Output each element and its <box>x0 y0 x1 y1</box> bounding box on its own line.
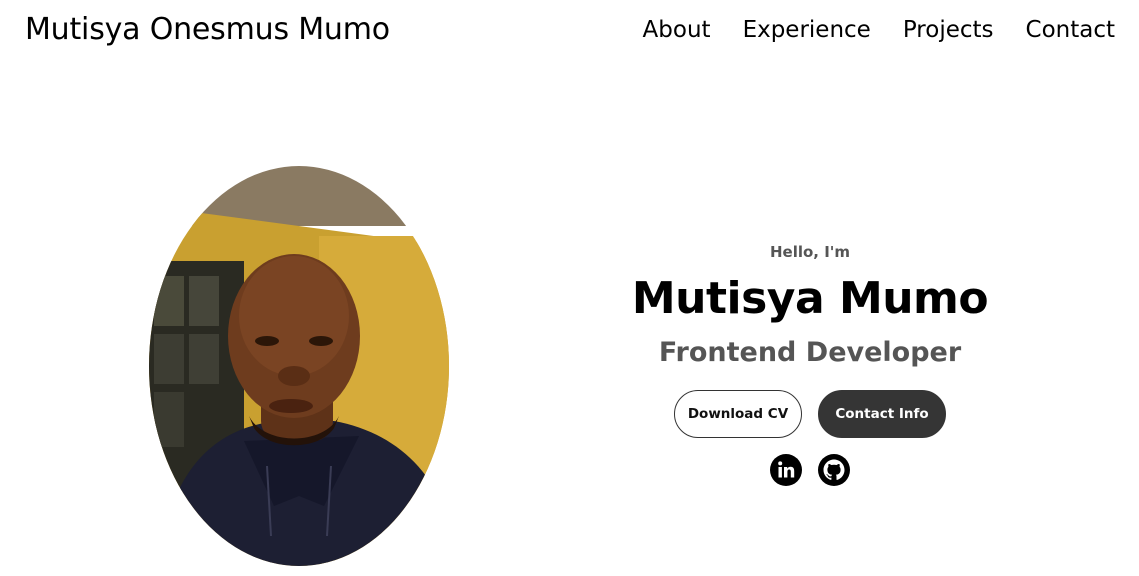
hero-section: Hello, I'm Mutisya Mumo Frontend Develop… <box>560 240 1060 486</box>
nav-about[interactable]: About <box>643 10 711 50</box>
nav-projects[interactable]: Projects <box>903 10 994 50</box>
nav-contact[interactable]: Contact <box>1026 10 1115 50</box>
github-icon[interactable] <box>818 454 850 486</box>
page: Mutisya Onesmus Mumo About Experience Pr… <box>0 0 1139 576</box>
hero-role: Frontend Developer <box>658 337 962 368</box>
social-links <box>560 454 1060 486</box>
profile-photo <box>149 166 449 566</box>
site-logo[interactable]: Mutisya Onesmus Mumo <box>25 10 390 50</box>
greeting: Hello, I'm <box>769 243 851 261</box>
nav-experience[interactable]: Experience <box>743 10 871 50</box>
linkedin-icon[interactable] <box>770 454 802 486</box>
main-nav: About Experience Projects Contact <box>643 10 1115 50</box>
hero-name: Mutisya Mumo <box>631 273 989 324</box>
hero-buttons: Download CV Contact Info <box>560 390 1060 438</box>
contact-info-button[interactable]: Contact Info <box>818 390 946 438</box>
download-cv-button[interactable]: Download CV <box>674 390 802 438</box>
